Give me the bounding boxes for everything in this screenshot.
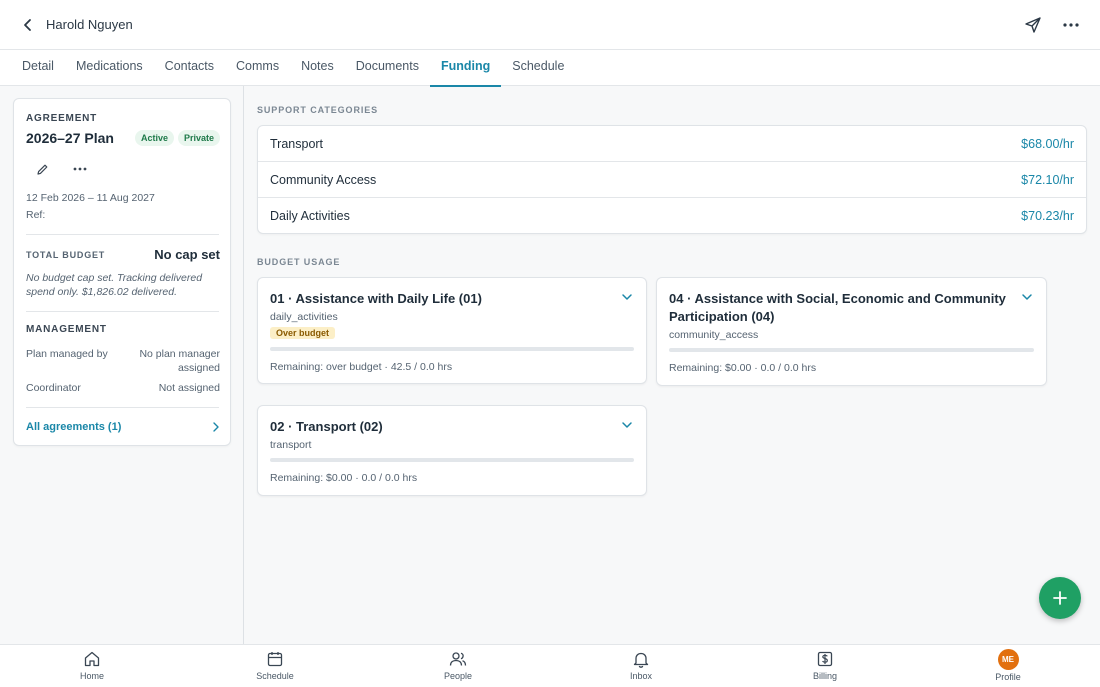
- nav-label: Billing: [812, 671, 837, 681]
- support-categories-list: Transport $68.00/hr Community Access $72…: [257, 125, 1087, 234]
- edit-pencil-icon[interactable]: [34, 161, 50, 177]
- budget-item-title: 02 · Transport (02): [270, 419, 383, 434]
- more-options-icon[interactable]: [1060, 14, 1082, 36]
- nav-schedule[interactable]: Schedule: [235, 649, 315, 681]
- add-fab-button[interactable]: [1039, 577, 1081, 619]
- divider: [26, 234, 219, 235]
- nav-label: Home: [79, 671, 104, 681]
- agreement-eyebrow: AGREEMENT: [26, 113, 98, 124]
- status-badge-private: Private: [177, 130, 220, 146]
- management-eyebrow: MANAGEMENT: [26, 324, 107, 335]
- tab-detail[interactable]: Detail: [11, 50, 65, 86]
- tab-funding[interactable]: Funding: [429, 50, 502, 87]
- nav-label: People: [443, 671, 473, 681]
- plan-managed-by-label: Plan managed by: [26, 348, 108, 360]
- budget-item-meta: Remaining: $0.00 · 0.0 / 0.0 hrs: [270, 472, 418, 484]
- plan-managed-by-value: No plan manager assigned: [139, 348, 220, 374]
- bottom-navigation: Home Schedule People Inbox Billing ME Pr…: [0, 644, 1100, 687]
- category-name: Transport: [270, 136, 324, 151]
- nav-label: Inbox: [629, 671, 653, 681]
- total-budget-value: No cap set: [154, 247, 220, 262]
- dollar-icon: [815, 649, 835, 669]
- funding-main: SUPPORT CATEGORIES Transport $68.00/hr C…: [245, 86, 1100, 644]
- over-budget-badge: Over budget: [270, 327, 336, 339]
- category-rate: $72.10/hr: [1021, 172, 1074, 187]
- plus-icon: [1053, 591, 1067, 605]
- status-badge-active: Active: [134, 130, 174, 146]
- category-rate: $68.00/hr: [1021, 136, 1074, 151]
- tab-medications[interactable]: Medications: [65, 50, 154, 86]
- budget-progress-bar: [270, 347, 634, 351]
- total-budget-label: TOTAL BUDGET: [26, 249, 106, 260]
- list-item[interactable]: Transport $68.00/hr: [258, 126, 1086, 162]
- tab-notes[interactable]: Notes: [290, 50, 345, 86]
- tab-contacts[interactable]: Contacts: [154, 50, 225, 86]
- all-agreements-link[interactable]: All agreements (1): [26, 421, 220, 433]
- agreement-ref: Ref:: [26, 209, 46, 221]
- list-item[interactable]: Community Access $72.10/hr: [258, 162, 1086, 198]
- home-icon: [82, 649, 102, 669]
- budget-usage-card[interactable]: 01 · Assistance with Daily Life (01) dai…: [257, 277, 647, 384]
- list-item[interactable]: Daily Activities $70.23/hr: [258, 198, 1086, 234]
- budget-item-meta: Remaining: over budget · 42.5 / 0.0 hrs: [270, 361, 453, 373]
- nav-people[interactable]: People: [418, 649, 498, 681]
- category-name: Daily Activities: [270, 209, 350, 223]
- chevron-right-icon: [213, 422, 219, 432]
- budget-item-title: 01 · Assistance with Daily Life (01): [270, 291, 482, 306]
- chevron-down-icon[interactable]: [1020, 290, 1034, 304]
- agreement-card: AGREEMENT 2026–27 Plan Active Private 12…: [13, 98, 231, 446]
- budget-usage-card[interactable]: 04 · Assistance with Social, Economic an…: [656, 277, 1047, 386]
- more-options-icon[interactable]: [72, 161, 88, 177]
- nav-billing[interactable]: Billing: [785, 649, 865, 681]
- nav-inbox[interactable]: Inbox: [601, 649, 681, 681]
- agreement-date-range: 12 Feb 2026 – 11 Aug 2027: [26, 192, 155, 204]
- budget-item-code: community_access: [669, 329, 759, 341]
- budget-item-title: 04 · Assistance with Social, Economic an…: [669, 291, 1006, 324]
- tab-schedule[interactable]: Schedule: [501, 50, 575, 86]
- budget-usage-label: BUDGET USAGE: [257, 257, 341, 267]
- divider: [26, 407, 219, 408]
- budget-item-code: transport: [270, 439, 312, 451]
- calendar-icon: [265, 649, 285, 669]
- chevron-down-icon[interactable]: [620, 418, 634, 432]
- chevron-left-icon: [24, 18, 31, 31]
- budget-item-code: daily_activities: [270, 311, 338, 323]
- coordinator-value: Not assigned: [158, 382, 220, 394]
- send-icon[interactable]: [1022, 14, 1044, 36]
- all-agreements-label: All agreements (1): [26, 421, 122, 433]
- divider: [26, 311, 219, 312]
- people-icon: [448, 649, 468, 669]
- top-header: Harold Nguyen: [0, 0, 1100, 50]
- nav-label: Profile: [995, 672, 1021, 682]
- coordinator-label: Coordinator: [26, 382, 81, 394]
- plan-title: 2026–27 Plan: [26, 130, 114, 146]
- category-rate: $70.23/hr: [1021, 209, 1074, 223]
- support-categories-label: SUPPORT CATEGORIES: [257, 105, 379, 115]
- category-name: Community Access: [270, 172, 377, 187]
- avatar: ME: [997, 649, 1019, 670]
- client-name: Harold Nguyen: [46, 17, 133, 32]
- budget-usage-card[interactable]: 02 · Transport (02) transport Remaining:…: [257, 405, 647, 496]
- budget-note: No budget cap set. Tracking delivered sp…: [26, 272, 203, 298]
- tab-comms[interactable]: Comms: [225, 50, 290, 86]
- nav-profile[interactable]: ME Profile: [968, 649, 1048, 682]
- nav-home[interactable]: Home: [52, 649, 132, 681]
- budget-progress-bar: [669, 348, 1034, 352]
- back-button[interactable]: [18, 15, 38, 35]
- budget-item-meta: Remaining: $0.00 · 0.0 / 0.0 hrs: [669, 362, 817, 374]
- agreement-sidebar: AGREEMENT 2026–27 Plan Active Private 12…: [0, 86, 244, 644]
- bell-icon: [631, 649, 651, 669]
- tab-bar: Detail Medications Contacts Comms Notes …: [0, 50, 1100, 87]
- budget-progress-bar: [270, 458, 634, 462]
- chevron-down-icon[interactable]: [620, 290, 634, 304]
- tab-documents[interactable]: Documents: [345, 50, 430, 86]
- nav-label: Schedule: [256, 671, 294, 681]
